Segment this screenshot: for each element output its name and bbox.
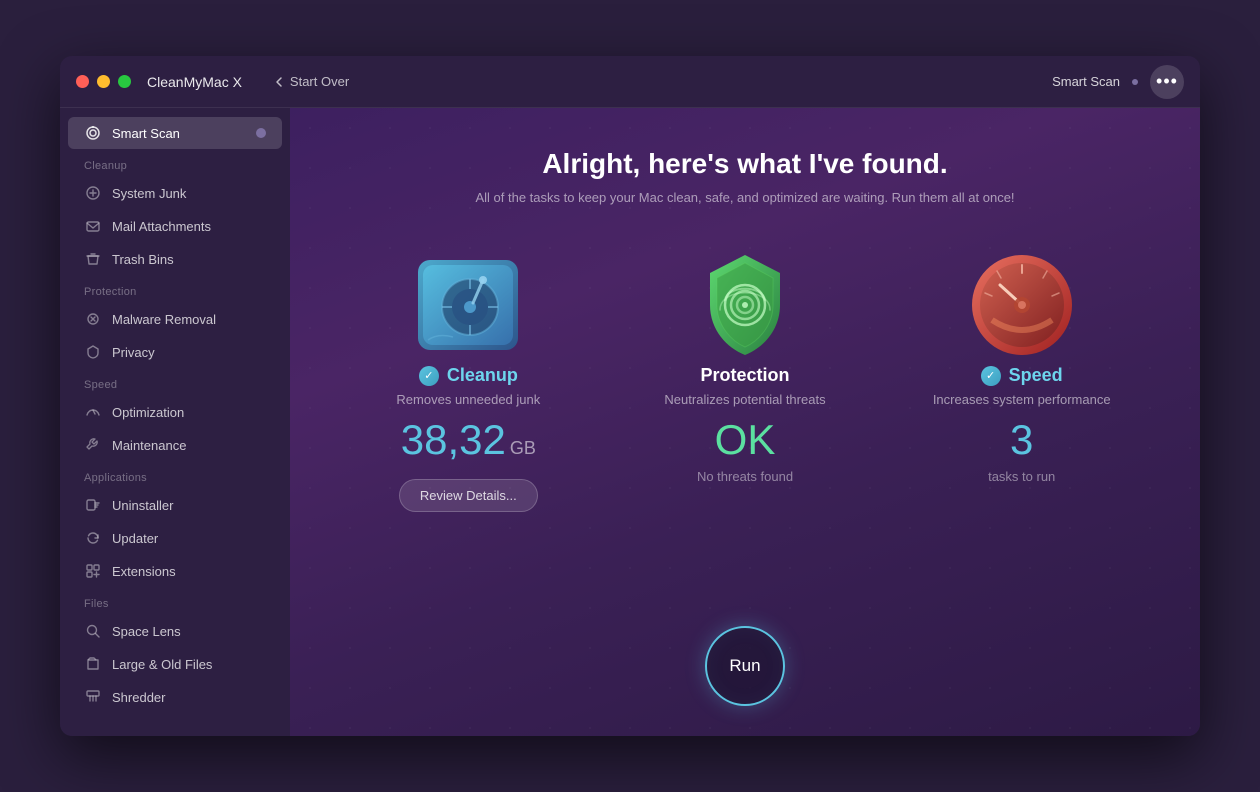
- main-content: Alright, here's what I've found. All of …: [290, 108, 1200, 736]
- sidebar-item-mail-attachments[interactable]: Mail Attachments: [68, 210, 282, 242]
- cleanup-card: ✓ Cleanup Removes unneeded junk 38,32GB …: [330, 245, 607, 606]
- large-old-files-label: Large & Old Files: [112, 657, 212, 672]
- cleanup-card-header: ✓ Cleanup: [419, 365, 518, 386]
- sidebar-item-privacy[interactable]: Privacy: [68, 336, 282, 368]
- cleanup-check-icon: ✓: [419, 366, 439, 386]
- main-title: Alright, here's what I've found.: [542, 148, 947, 180]
- updater-label: Updater: [112, 531, 158, 546]
- sidebar-item-shredder[interactable]: Shredder: [68, 681, 282, 713]
- space-lens-label: Space Lens: [112, 624, 181, 639]
- speed-check-icon: ✓: [981, 366, 1001, 386]
- maintenance-label: Maintenance: [112, 438, 186, 453]
- sidebar-item-optimization[interactable]: Optimization: [68, 396, 282, 428]
- sidebar-item-maintenance[interactable]: Maintenance: [68, 429, 282, 461]
- speed-card-value: 3: [1010, 419, 1033, 461]
- system-junk-label: System Junk: [112, 186, 186, 201]
- privacy-label: Privacy: [112, 345, 155, 360]
- cleanup-card-value: 38,32GB: [401, 419, 536, 461]
- malware-removal-label: Malware Removal: [112, 312, 216, 327]
- start-over-button[interactable]: Start Over: [274, 74, 349, 89]
- system-junk-icon: [84, 184, 102, 202]
- section-applications: Applications: [60, 462, 290, 488]
- minimize-button[interactable]: [97, 75, 110, 88]
- privacy-icon: [84, 343, 102, 361]
- back-icon: [274, 76, 286, 88]
- titlebar-right: Smart Scan •••: [1052, 65, 1184, 99]
- protection-card-title: Protection: [701, 365, 790, 386]
- content: Smart Scan Cleanup System Junk: [60, 108, 1200, 736]
- protection-card-header: Protection: [701, 365, 790, 386]
- protection-card-sublabel: No threats found: [697, 469, 793, 484]
- mail-attachments-icon: [84, 217, 102, 235]
- smart-scan-toggle: [256, 128, 266, 138]
- optimization-icon: [84, 403, 102, 421]
- traffic-lights: [76, 75, 131, 88]
- protection-card-value: OK: [715, 419, 776, 461]
- cleanup-card-desc: Removes unneeded junk: [396, 392, 540, 407]
- sidebar-item-space-lens[interactable]: Space Lens: [68, 615, 282, 647]
- scan-label: Smart Scan: [1052, 74, 1120, 89]
- extensions-icon: [84, 562, 102, 580]
- speed-card-sublabel: tasks to run: [988, 469, 1055, 484]
- scan-dot: [1132, 79, 1138, 85]
- trash-bins-icon: [84, 250, 102, 268]
- protection-card-icon: [685, 245, 805, 365]
- malware-removal-icon: [84, 310, 102, 328]
- sidebar: Smart Scan Cleanup System Junk: [60, 108, 290, 736]
- cards-row: ✓ Cleanup Removes unneeded junk 38,32GB …: [330, 245, 1160, 606]
- mail-attachments-label: Mail Attachments: [112, 219, 211, 234]
- protection-card: Protection Neutralizes potential threats…: [607, 245, 884, 606]
- space-lens-icon: [84, 622, 102, 640]
- review-details-button[interactable]: Review Details...: [399, 479, 538, 512]
- speed-card-header: ✓ Speed: [981, 365, 1063, 386]
- shredder-label: Shredder: [112, 690, 165, 705]
- sidebar-item-large-old-files[interactable]: Large & Old Files: [68, 648, 282, 680]
- section-speed: Speed: [60, 369, 290, 395]
- more-button[interactable]: •••: [1150, 65, 1184, 99]
- sidebar-item-smart-scan[interactable]: Smart Scan: [68, 117, 282, 149]
- smart-scan-icon: [84, 124, 102, 142]
- run-button-container: Run: [705, 626, 785, 706]
- section-files: Files: [60, 588, 290, 614]
- updater-icon: [84, 529, 102, 547]
- speed-card-title: Speed: [1009, 365, 1063, 386]
- speed-card: ✓ Speed Increases system performance 3 t…: [883, 245, 1160, 606]
- maximize-button[interactable]: [118, 75, 131, 88]
- smart-scan-label: Smart Scan: [112, 126, 180, 141]
- speed-card-desc: Increases system performance: [933, 392, 1111, 407]
- sidebar-item-extensions[interactable]: Extensions: [68, 555, 282, 587]
- speed-card-icon: [962, 245, 1082, 365]
- optimization-label: Optimization: [112, 405, 184, 420]
- run-button[interactable]: Run: [705, 626, 785, 706]
- shredder-icon: [84, 688, 102, 706]
- maintenance-icon: [84, 436, 102, 454]
- app-name: CleanMyMac X: [147, 74, 242, 90]
- protection-card-desc: Neutralizes potential threats: [664, 392, 825, 407]
- titlebar-center: CleanMyMac X Start Over: [147, 74, 1052, 90]
- close-button[interactable]: [76, 75, 89, 88]
- sidebar-item-uninstaller[interactable]: Uninstaller: [68, 489, 282, 521]
- cleanup-card-icon: [408, 245, 528, 365]
- section-protection: Protection: [60, 276, 290, 302]
- trash-bins-label: Trash Bins: [112, 252, 174, 267]
- sidebar-item-malware-removal[interactable]: Malware Removal: [68, 303, 282, 335]
- uninstaller-icon: [84, 496, 102, 514]
- titlebar: CleanMyMac X Start Over Smart Scan •••: [60, 56, 1200, 108]
- section-cleanup: Cleanup: [60, 150, 290, 176]
- large-old-files-icon: [84, 655, 102, 673]
- cleanup-card-title: Cleanup: [447, 365, 518, 386]
- app-window: CleanMyMac X Start Over Smart Scan •••: [60, 56, 1200, 736]
- sidebar-item-trash-bins[interactable]: Trash Bins: [68, 243, 282, 275]
- sidebar-item-updater[interactable]: Updater: [68, 522, 282, 554]
- sidebar-item-system-junk[interactable]: System Junk: [68, 177, 282, 209]
- main-subtitle: All of the tasks to keep your Mac clean,…: [475, 190, 1014, 205]
- extensions-label: Extensions: [112, 564, 176, 579]
- uninstaller-label: Uninstaller: [112, 498, 173, 513]
